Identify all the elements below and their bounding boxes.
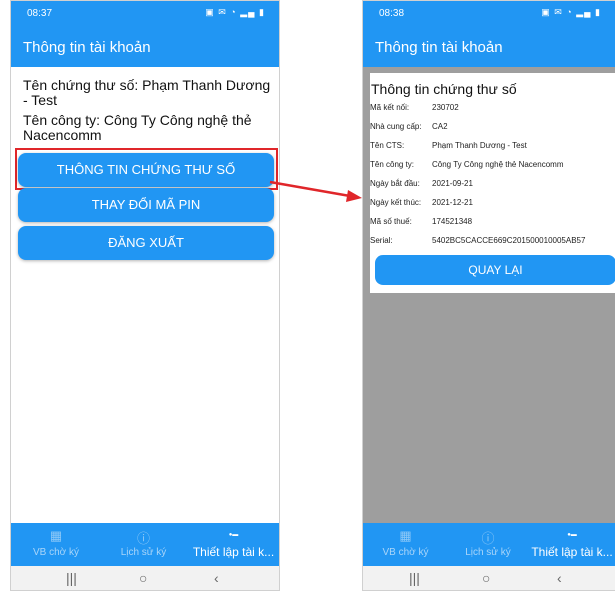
nav-label: Lịch sử ký: [465, 547, 511, 558]
field-value: Công Ty Công nghệ thẻ Nacencomm: [432, 160, 564, 169]
settings-dot-icon: ●▬: [228, 532, 239, 538]
document-grid-icon: ▦: [49, 528, 63, 543]
status-bar: 08:38 ▣ ✉ ◔ ▂▄ ▮: [363, 1, 615, 27]
bottom-nav: ▦ VB chờ ký ⓘ Lịch sử ký ●▬ Thiết lập tà…: [11, 523, 279, 566]
system-nav-bar: ||| ○ ‹: [11, 566, 279, 590]
settings-dot-icon: ●▬: [567, 532, 577, 538]
status-time: 08:38: [379, 8, 405, 19]
field-label: Mã số thuế:: [370, 217, 412, 226]
arrow-line: [269, 180, 351, 198]
nav-item-settings[interactable]: ●▬ Thiết lập tài k...: [186, 523, 279, 566]
nav-label: Thiết lập tài k...: [531, 545, 613, 559]
status-bar: 08:37 ▣ ✉ ◔ ▂▄ ▮: [11, 1, 279, 27]
cert-info-button[interactable]: THÔNG TIN CHỨNG THƯ SỐ: [18, 153, 274, 187]
history-info-icon: ⓘ: [136, 531, 150, 546]
nav-item-history[interactable]: ⓘ Lịch sử ký: [101, 523, 186, 566]
dialog-title: Thông tin chứng thư số: [371, 81, 517, 97]
bottom-nav: ▦ VB chờ ký ⓘ Lịch sử ký ●▬ Thiết lập tà…: [363, 523, 615, 566]
field-label: Nhà cung cấp:: [370, 122, 422, 131]
field-value: CA2: [432, 122, 448, 131]
nav-label: VB chờ ký: [32, 547, 79, 558]
system-nav-bar: ||| ○ ‹: [363, 566, 615, 590]
cert-name-text: Tên chứng thư số: Phạm Thanh Dương - Tes…: [23, 77, 271, 108]
nav-item-pending-docs[interactable]: ▦ VB chờ ký: [363, 523, 448, 566]
field-label: Mã kết nối:: [370, 103, 410, 112]
logout-button[interactable]: ĐĂNG XUẤT: [18, 226, 274, 260]
cert-info-dialog: Thông tin chứng thư số Mã kết nối: 23070…: [370, 73, 615, 293]
field-value: 230702: [432, 103, 459, 112]
status-icons: ▣ ✉ ◔ ▂▄ ▮: [541, 7, 601, 17]
field-label: Ngày bắt đầu:: [370, 179, 420, 188]
nav-label: Thiết lập tài k...: [192, 545, 275, 559]
field-label: Tên CTS:: [370, 141, 405, 150]
field-label: Tên công ty:: [370, 160, 415, 169]
company-name-text: Tên công ty: Công Ty Công nghệ thẻ Nacen…: [23, 112, 252, 143]
field-label: Serial:: [370, 236, 393, 245]
back-button[interactable]: ‹: [557, 570, 562, 586]
arrow-annotation: [269, 180, 362, 202]
field-value: 5402BC5CACCE669C201500010005AB57: [432, 236, 586, 245]
document-grid-icon: ▦: [399, 528, 412, 543]
field-value: 174521348: [432, 217, 473, 226]
arrow-head: [346, 190, 362, 202]
back-button[interactable]: ‹: [214, 570, 219, 586]
page-title: Thông tin tài khoản: [375, 39, 503, 56]
history-info-icon: ⓘ: [481, 531, 495, 546]
status-time: 08:37: [27, 8, 53, 19]
nav-item-settings[interactable]: ●▬ Thiết lập tài k...: [528, 523, 615, 566]
nav-item-history[interactable]: ⓘ Lịch sử ký: [448, 523, 528, 566]
status-icons: ▣ ✉ ◔ ▂▄ ▮: [205, 7, 265, 17]
app-bar: Thông tin tài khoản: [363, 27, 615, 67]
field-label: Ngày kết thúc:: [370, 198, 422, 207]
page-title: Thông tin tài khoản: [23, 39, 151, 56]
phone-screen-right: 08:38 ▣ ✉ ◔ ▂▄ ▮ Thông tin tài khoản Thô…: [362, 0, 615, 591]
nav-label: VB chờ ký: [382, 547, 429, 558]
field-value: Phạm Thanh Dương - Test: [432, 141, 527, 150]
nav-label: Lịch sử ký: [120, 547, 167, 558]
home-button[interactable]: ○: [139, 570, 147, 586]
back-button-dialog[interactable]: QUAY LẠI: [375, 255, 615, 285]
home-button[interactable]: ○: [482, 570, 490, 586]
change-pin-button[interactable]: THAY ĐỔI MÃ PIN: [18, 188, 274, 222]
phone-screen-left: 08:37 ▣ ✉ ◔ ▂▄ ▮ Thông tin tài khoản Tên…: [10, 0, 280, 591]
recent-apps-button[interactable]: |||: [409, 570, 420, 586]
app-bar: Thông tin tài khoản: [11, 27, 279, 67]
nav-item-pending-docs[interactable]: ▦ VB chờ ký: [11, 523, 101, 566]
recent-apps-button[interactable]: |||: [66, 570, 77, 586]
field-value: 2021-12-21: [432, 198, 473, 207]
field-value: 2021-09-21: [432, 179, 473, 188]
